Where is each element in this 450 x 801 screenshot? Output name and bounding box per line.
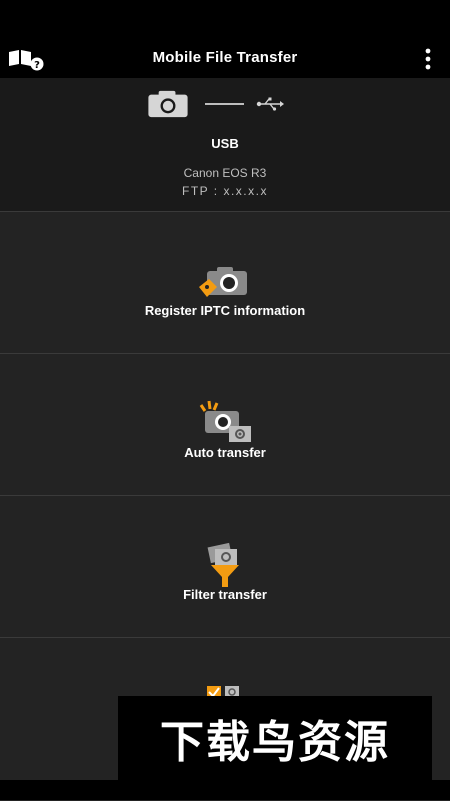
connection-type-label: USB [211,136,239,151]
watermark-text: 下载鸟资源 [160,717,390,768]
ftp-address-label: FTP : x.x.x.x [182,184,268,198]
filter-transfer-icon [207,542,239,587]
menu-item-auto-transfer[interactable]: Auto transfer [0,353,450,495]
page-title: Mobile File Transfer [152,49,298,66]
menu-item-label: Auto transfer [184,445,266,460]
camera-tag-icon [199,267,247,297]
menu-item-label: Filter transfer [183,587,267,602]
usb-icon [256,97,284,111]
system-nav-bar [0,780,450,800]
camera-model-label: Canon EOS R3 [183,166,267,180]
overflow-menu-icon[interactable] [420,47,436,71]
auto-transfer-icon [199,400,251,442]
connection-line [205,103,244,105]
menu-item-label: Register IPTC information [144,303,306,318]
menu-item-register-iptc[interactable]: Register IPTC information [0,211,450,353]
app-bar: ? Mobile File Transfer [0,0,450,78]
camera-icon [148,90,188,118]
watermark-banner: 下载鸟资源 [118,696,432,780]
menu-item-filter-transfer[interactable]: Filter transfer [0,495,450,637]
